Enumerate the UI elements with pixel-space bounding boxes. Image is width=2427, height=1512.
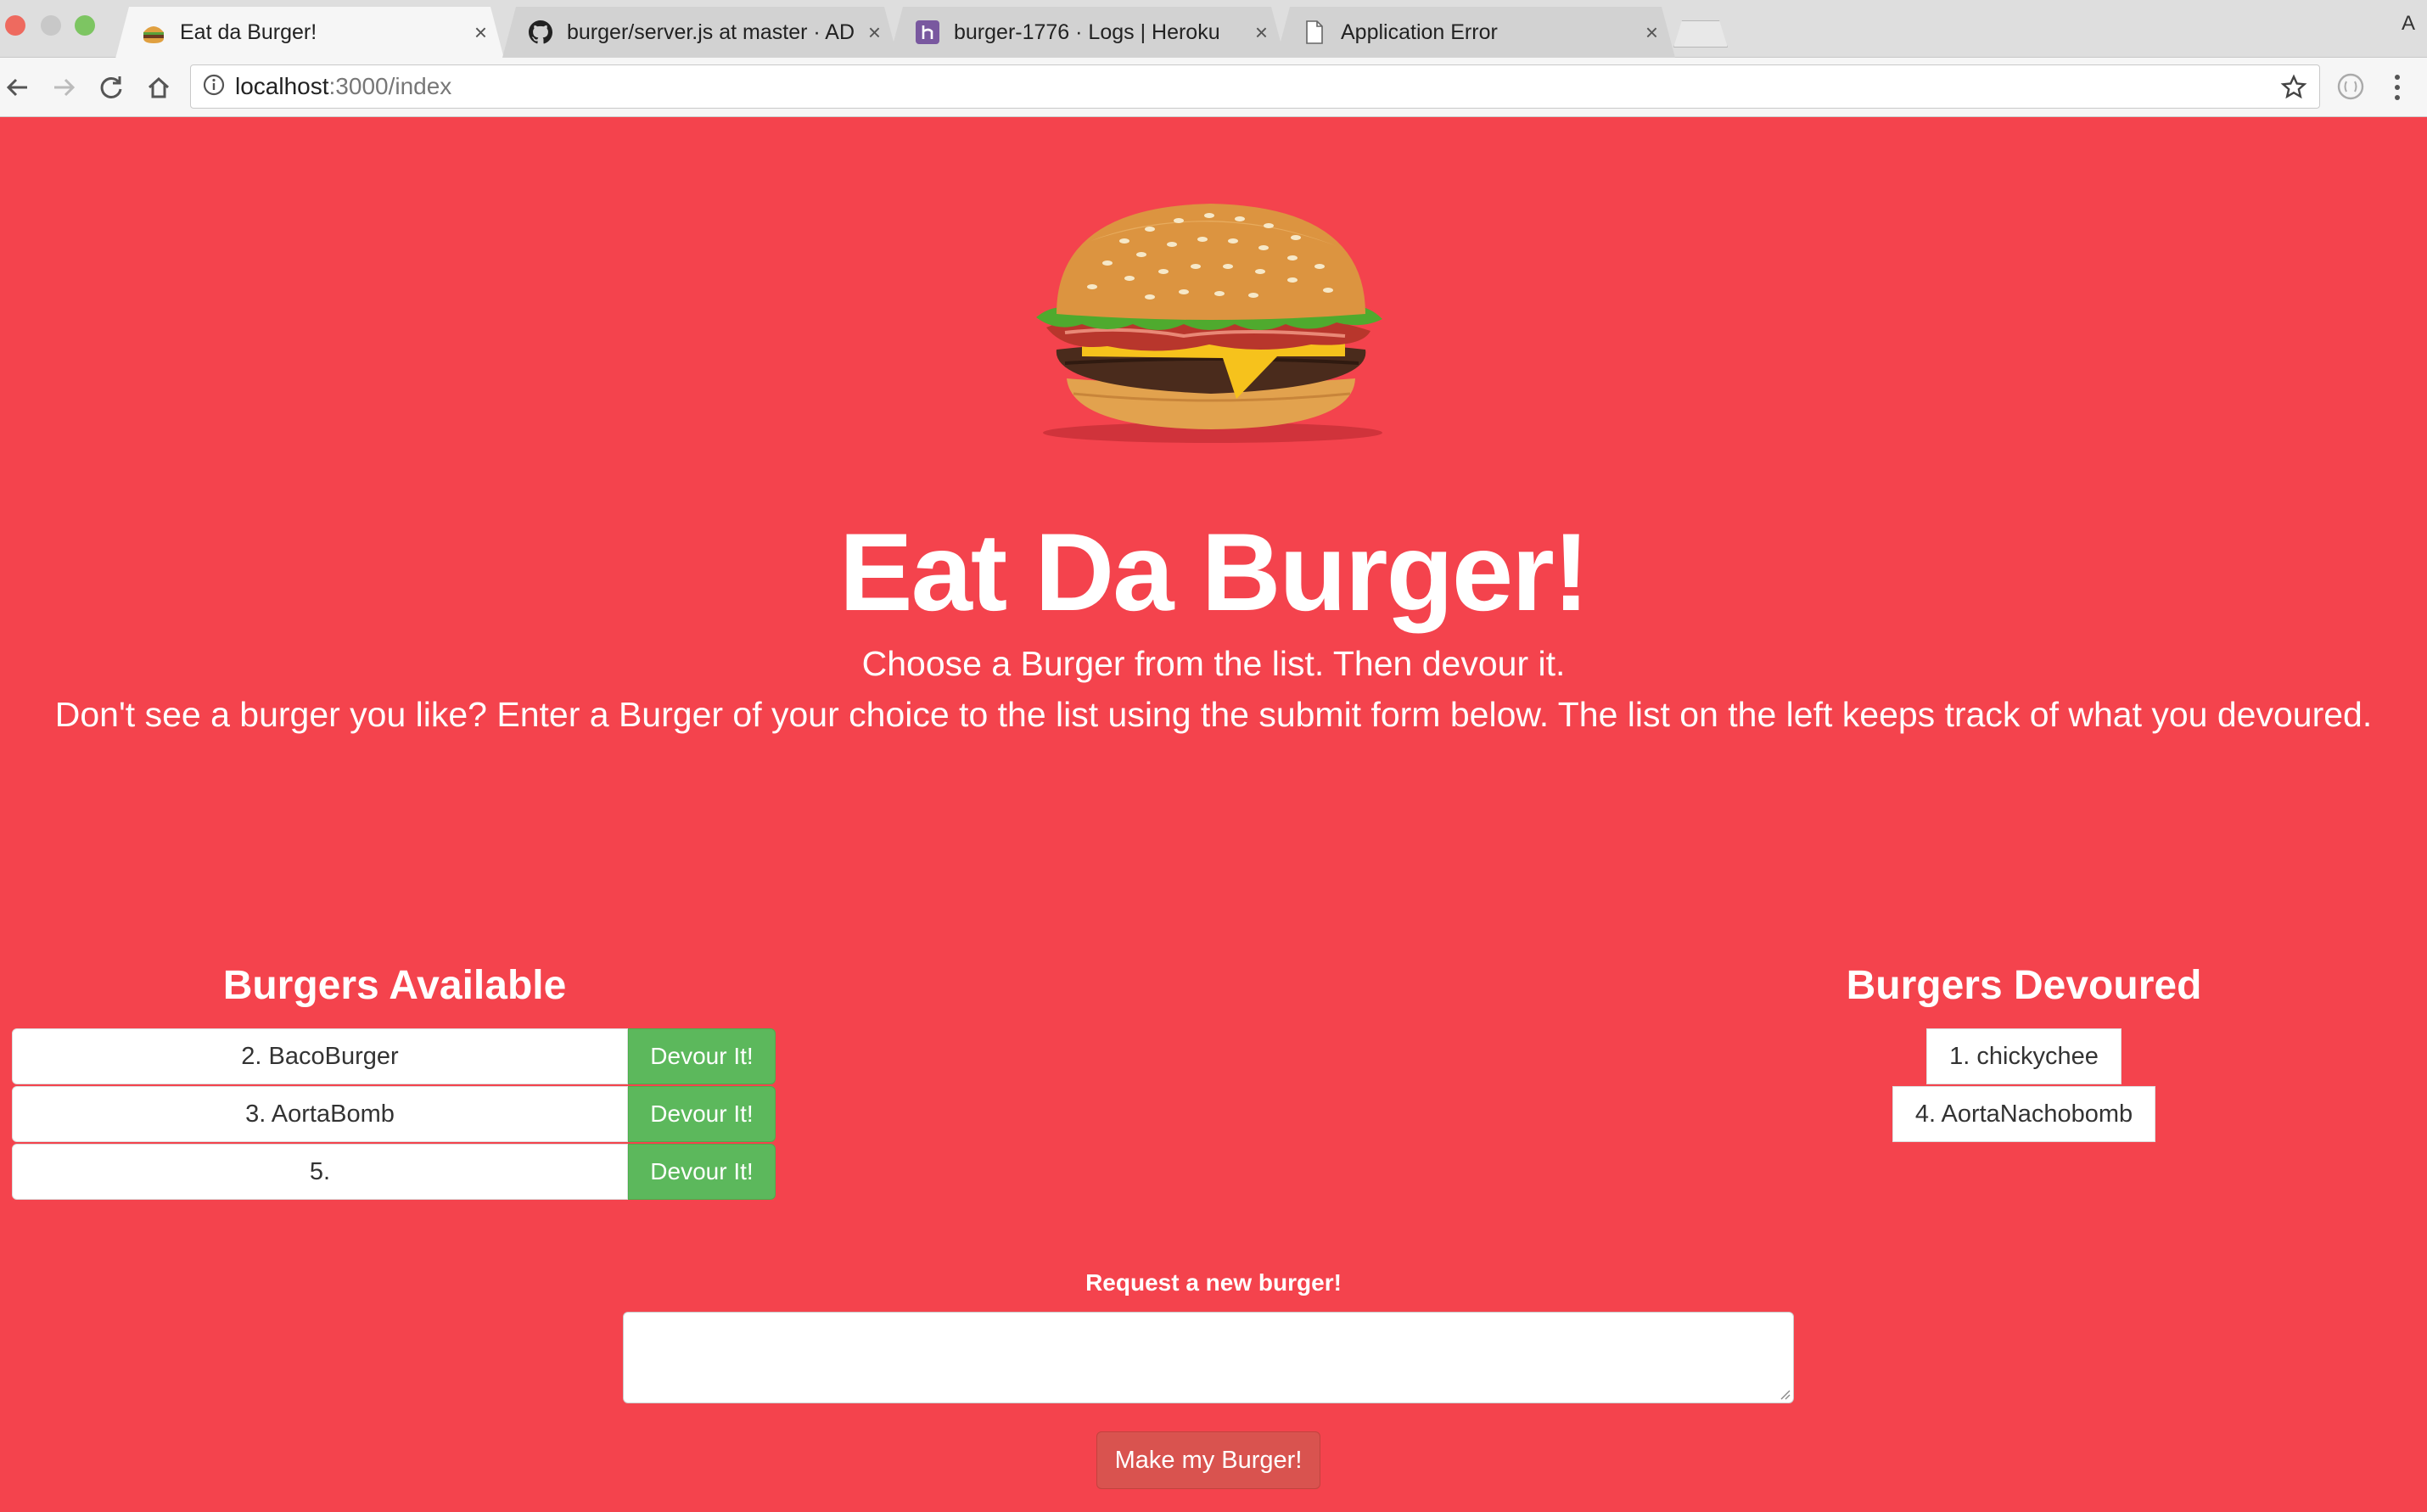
minimize-window-button[interactable] — [41, 15, 61, 36]
tab-close-icon[interactable]: × — [474, 20, 487, 46]
burger-name: 2. BacoBurger — [12, 1028, 628, 1084]
github-icon — [528, 20, 553, 45]
document-icon — [1302, 20, 1327, 45]
page-subtitle: Choose a Burger from the list. Then devo… — [861, 644, 1566, 683]
tab-title: Eat da Burger! — [180, 20, 317, 44]
tab-heroku-logs[interactable]: burger-1776 · Logs | Heroku × — [889, 7, 1285, 58]
burger-image — [1036, 204, 1382, 443]
forward-arrow-icon — [54, 78, 76, 97]
forward-button[interactable] — [48, 71, 80, 104]
tab-eat-da-burger[interactable]: Eat da Burger! × — [115, 7, 504, 59]
home-icon — [148, 76, 170, 98]
new-burger-label: Request a new burger! — [1085, 1269, 1342, 1296]
heroku-icon — [915, 20, 940, 45]
page-content: Eat Da Burger! Choose a Burger from the … — [0, 118, 2427, 1512]
burger-name: 5. — [12, 1144, 628, 1200]
page-instructions: Don't see a burger you like? Enter a Bur… — [54, 695, 2373, 734]
tab-github-server-js[interactable]: burger/server.js at master · AD × — [502, 7, 898, 58]
home-button[interactable] — [143, 71, 175, 104]
url-host: localhost — [235, 73, 329, 99]
resize-grip-icon[interactable] — [1779, 1388, 1791, 1400]
tab-title: burger/server.js at master · AD — [567, 20, 855, 44]
burger-favicon-icon — [141, 20, 166, 46]
tab-close-icon[interactable]: × — [1255, 20, 1268, 46]
browser-toolbar: localhost:3000/index — [0, 58, 2427, 117]
bookmark-star-icon[interactable] — [2280, 74, 2307, 105]
page-title: Eat Da Burger! — [838, 510, 1589, 634]
extension-icon[interactable] — [2335, 71, 2366, 106]
new-burger-input[interactable] — [623, 1312, 1794, 1403]
url-path: :3000/index — [328, 73, 452, 99]
browser-tab-bar: Eat da Burger! × burger/server.js at mas… — [0, 0, 2427, 58]
back-button[interactable] — [2, 71, 34, 104]
devour-button[interactable]: Devour It! — [628, 1028, 776, 1084]
close-window-button[interactable] — [5, 15, 25, 36]
tab-title: Application Error — [1341, 20, 1498, 44]
more-options-icon[interactable] — [2393, 73, 2402, 106]
devour-button[interactable]: Devour It! — [628, 1086, 776, 1142]
profile-button[interactable]: A — [2402, 12, 2415, 36]
devoured-burger-item: 1. chickychee — [1926, 1028, 2122, 1084]
url-text: localhost:3000/index — [235, 73, 451, 100]
tab-application-error[interactable]: Application Error × — [1276, 7, 1675, 58]
devour-button[interactable]: Devour It! — [628, 1144, 776, 1200]
info-icon[interactable] — [203, 74, 225, 100]
tab-close-icon[interactable]: × — [868, 20, 881, 46]
maximize-window-button[interactable] — [75, 15, 95, 36]
burger-name: 3. AortaBomb — [12, 1086, 628, 1142]
tab-title: burger-1776 · Logs | Heroku — [954, 20, 1220, 44]
tab-close-icon[interactable]: × — [1645, 20, 1658, 46]
back-arrow-icon — [6, 78, 27, 97]
list-item: 5. Devour It! — [12, 1144, 776, 1201]
burgers-available-list: 2. BacoBurger Devour It! 3. AortaBomb De… — [12, 1028, 776, 1201]
new-tab-button[interactable] — [1673, 20, 1728, 48]
list-item: 3. AortaBomb Devour It! — [12, 1086, 776, 1144]
burgers-devoured-heading: Burgers Devoured — [1846, 963, 2202, 1008]
devoured-burger-item: 4. AortaNachobomb — [1892, 1086, 2156, 1142]
address-bar[interactable]: localhost:3000/index — [190, 64, 2320, 109]
reload-button[interactable] — [95, 71, 127, 104]
list-item: 2. BacoBurger Devour It! — [12, 1028, 776, 1086]
make-burger-button[interactable]: Make my Burger! — [1096, 1431, 1320, 1489]
reload-icon — [100, 76, 122, 98]
burgers-devoured-list: 1. chickychee 4. AortaNachobomb — [1824, 1028, 2223, 1144]
burgers-available-heading: Burgers Available — [222, 963, 567, 1008]
